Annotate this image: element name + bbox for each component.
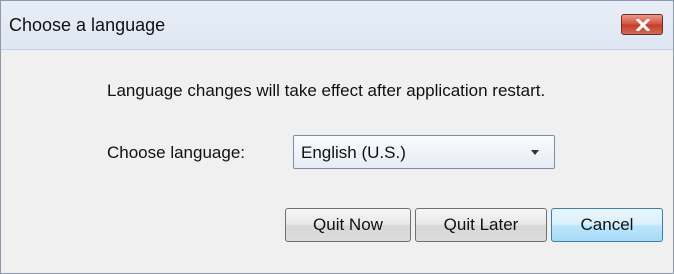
language-dropdown-value: English (U.S.) bbox=[301, 143, 406, 162]
close-x-icon bbox=[636, 19, 650, 31]
chevron-down-icon bbox=[531, 150, 539, 155]
title-bar[interactable]: Choose a language bbox=[1, 1, 673, 50]
quit-later-button[interactable]: Quit Later bbox=[415, 208, 547, 242]
dialog-window: Choose a language Language changes will … bbox=[0, 0, 674, 274]
dialog-content: Language changes will take effect after … bbox=[9, 51, 667, 265]
window-title: Choose a language bbox=[9, 15, 166, 35]
language-label: Choose language: bbox=[107, 143, 246, 162]
close-button[interactable] bbox=[621, 14, 663, 35]
language-dropdown[interactable]: English (U.S.) bbox=[293, 135, 555, 169]
quit-now-button[interactable]: Quit Now bbox=[285, 208, 411, 242]
cancel-button[interactable]: Cancel bbox=[551, 208, 663, 242]
restart-notice: Language changes will take effect after … bbox=[107, 81, 546, 100]
